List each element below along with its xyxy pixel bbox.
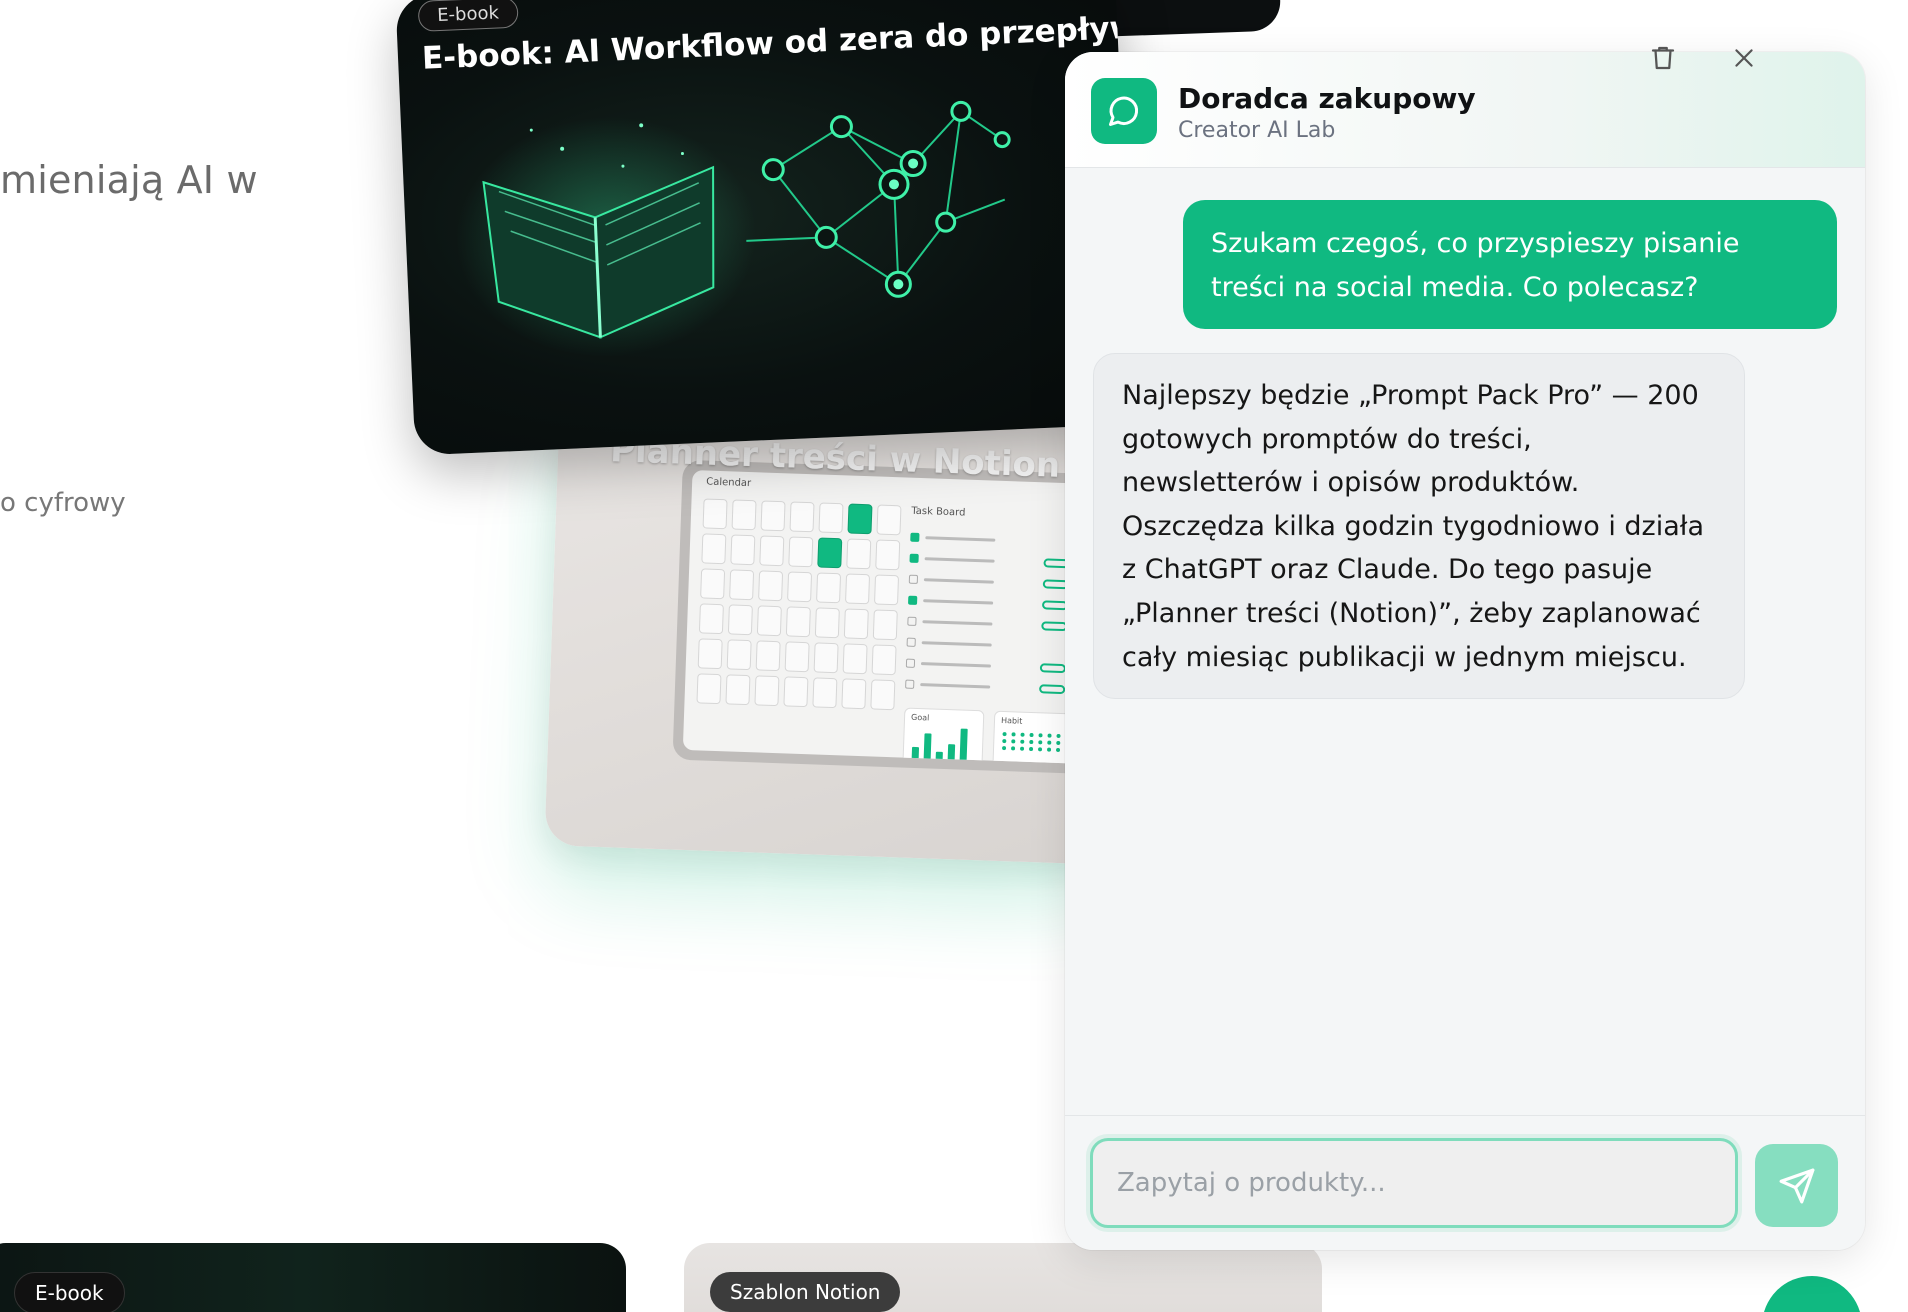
product-card-ebook[interactable]: E-book E-book: AI Workflow od zera do pr…	[395, 0, 1135, 456]
trash-icon	[1651, 46, 1675, 70]
send-button[interactable]	[1755, 1144, 1838, 1227]
clear-chat-button[interactable]	[1641, 36, 1685, 80]
category-badge: Szablon Notion	[710, 1272, 901, 1312]
close-icon	[1735, 49, 1753, 67]
habit-widget: Habit	[992, 710, 1075, 764]
category-badge: E-book	[417, 0, 519, 32]
user-message: Szukam czegoś, co przyspieszy pisanie tr…	[1183, 200, 1837, 329]
planner-preview-image: Calendar Task Board Goal Habit	[672, 459, 1103, 775]
chat-title: Doradca zakupowy	[1178, 82, 1476, 115]
goal-widget: Goal	[902, 707, 985, 764]
calendar-label: Calendar	[705, 476, 752, 490]
assistant-message: Najlepszy będzie „Prompt Pack Pro” — 200…	[1093, 353, 1745, 699]
calendar-grid	[696, 498, 902, 711]
task-board-label: Task Board	[911, 505, 966, 519]
hero-subtitle-fragment: o cyfrowy	[0, 488, 126, 518]
chat-input[interactable]	[1090, 1138, 1738, 1228]
task-board	[905, 528, 1071, 701]
close-chat-button[interactable]	[1722, 36, 1766, 80]
ebook-cover-illustration	[456, 100, 1011, 358]
send-icon	[1779, 1168, 1814, 1203]
chat-bubble-icon	[1091, 78, 1157, 144]
hero-heading-fragment: mieniają AI w	[0, 158, 258, 202]
product-card-planner[interactable]: Calendar Task Board Goal Habit Planner t…	[544, 400, 1120, 865]
chat-subtitle: Creator AI Lab	[1178, 118, 1336, 143]
chat-launcher-button[interactable]	[1762, 1276, 1862, 1312]
category-badge: E-book	[14, 1272, 125, 1312]
